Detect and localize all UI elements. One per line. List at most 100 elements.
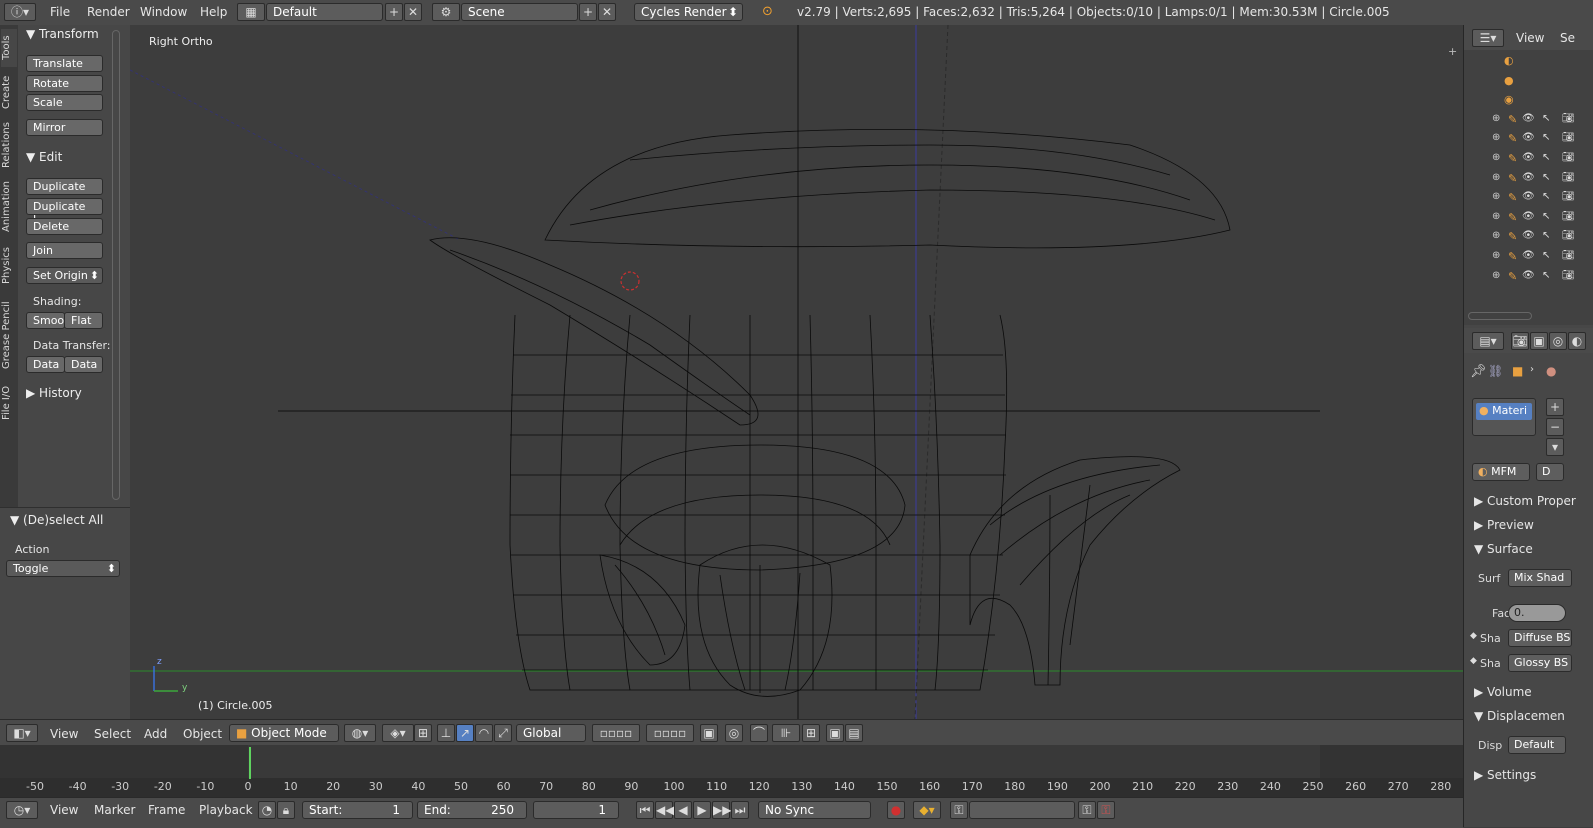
lock-layers-icon[interactable]: ▣	[700, 724, 718, 742]
data-transfer-button[interactable]: Data	[26, 356, 65, 373]
outliner-row[interactable]: ✎ 👁︎ ↖ 📷︎ ⊕	[1464, 111, 1593, 130]
outliner-row[interactable]: ✎ 👁︎ ↖ 📷︎ ⊕	[1464, 268, 1593, 287]
editor-type-timeline-icon[interactable]: ◷▾	[6, 801, 38, 819]
visibility-eye-icon[interactable]: 👁︎	[1522, 172, 1535, 183]
only-origins-icon[interactable]: ⊞	[414, 724, 432, 742]
material-datablock-field[interactable]: ◐ MFM	[1472, 463, 1530, 481]
displacement-panel-header[interactable]: ▼ Displacemen	[1474, 709, 1565, 723]
edit-panel-header[interactable]: ▼ Edit	[26, 150, 62, 164]
visibility-eye-icon[interactable]: 👁︎	[1522, 113, 1535, 124]
keying-set-field[interactable]	[969, 801, 1075, 819]
renderable-camera-icon[interactable]: 📷︎	[1562, 230, 1575, 241]
expand-toggle-icon[interactable]: ⊕	[1492, 270, 1500, 281]
tab-create[interactable]: Create	[1, 71, 17, 113]
action-select[interactable]: Toggle ⬍	[6, 560, 120, 577]
menu-file[interactable]: File	[50, 5, 70, 19]
outliner-row[interactable]: ◐	[1464, 52, 1593, 71]
next-keyframe-icon[interactable]: ▶▶	[712, 801, 731, 819]
preview-range-icon[interactable]: ◔	[258, 801, 276, 819]
preview-panel-header[interactable]: ▶ Preview	[1474, 518, 1534, 532]
outliner-row[interactable]: ✎ 👁︎ ↖ 📷︎ ⊕	[1464, 228, 1593, 247]
outliner-row[interactable]: ✎ 👁︎ ↖ 📷︎ ⊕	[1464, 130, 1593, 149]
visibility-eye-icon[interactable]: 👁︎	[1522, 230, 1535, 241]
menu-outliner-view[interactable]: View	[1516, 31, 1544, 45]
shade-flat-button[interactable]: Flat	[64, 312, 103, 329]
render-tab-icon[interactable]: 📷︎	[1511, 332, 1529, 350]
tab-tools[interactable]: Tools	[1, 29, 17, 67]
current-frame-indicator[interactable]	[249, 747, 251, 779]
shader1-field[interactable]: Diffuse BS	[1508, 629, 1572, 647]
outliner-row[interactable]: ✎ 👁︎ ↖ 📷︎ ⊕	[1464, 189, 1593, 208]
factor-slider[interactable]: 0.	[1508, 604, 1566, 622]
mode-select[interactable]: ■ Object Mode	[229, 724, 339, 742]
visibility-eye-icon[interactable]: 👁︎	[1522, 152, 1535, 163]
outliner-row[interactable]: ✎ 👁︎ ↖ 📷︎ ⊕	[1464, 209, 1593, 228]
renderable-camera-icon[interactable]: 📷︎	[1562, 250, 1575, 261]
selectable-arrow-icon[interactable]: ↖	[1542, 250, 1550, 261]
material-slots-list[interactable]: ● Materi	[1472, 398, 1536, 436]
translate-manipulator-icon[interactable]: ↗	[456, 724, 474, 742]
end-frame-field[interactable]: End: 250	[417, 801, 527, 819]
custom-props-panel-header[interactable]: ▶ Custom Proper	[1474, 494, 1576, 508]
snap-toggle-icon[interactable]: ⌒	[750, 724, 768, 742]
expand-toggle-icon[interactable]: ⊕	[1492, 132, 1500, 143]
menu-outliner-search-fragment[interactable]: Se	[1560, 31, 1575, 45]
selectable-arrow-icon[interactable]: ↖	[1542, 211, 1550, 222]
scale-manipulator-icon[interactable]: ⤢	[494, 724, 512, 742]
expand-toggle-icon[interactable]: ⊕	[1492, 230, 1500, 241]
sync-mode-select[interactable]: No Sync	[758, 801, 871, 819]
material-specials-icon[interactable]: ▾	[1546, 438, 1564, 456]
renderable-camera-icon[interactable]: 📷︎	[1562, 211, 1575, 222]
snap-element-icon[interactable]: ⊪	[772, 724, 800, 742]
render-animation-icon[interactable]: ▤	[845, 724, 863, 742]
menu-object[interactable]: Object	[183, 727, 222, 741]
selectable-arrow-icon[interactable]: ↖	[1542, 270, 1550, 281]
surface-shader-field[interactable]: Mix Shad	[1508, 569, 1572, 587]
add-scene-icon[interactable]: +	[579, 3, 597, 21]
translate-button[interactable]: Translate	[26, 55, 103, 72]
insert-keyframe-icon[interactable]: ⚿	[1078, 801, 1096, 819]
expand-toggle-icon[interactable]: ⊕	[1492, 250, 1500, 261]
editor-type-info-icon[interactable]: ⓘ▾	[4, 3, 36, 21]
material-slot-item[interactable]: ● Materi	[1476, 403, 1532, 420]
remove-material-slot-icon[interactable]: −	[1546, 418, 1564, 436]
start-frame-field[interactable]: Start: 1	[302, 801, 413, 819]
selectable-arrow-icon[interactable]: ↖	[1542, 113, 1550, 124]
proportional-edit-icon[interactable]: ◎	[725, 724, 743, 742]
editor-type-properties-icon[interactable]: ▤▾	[1472, 332, 1504, 350]
layout-name-field[interactable]: Default	[266, 3, 383, 21]
keyframe-type-icon[interactable]: ◆▾	[913, 801, 941, 819]
selectable-arrow-icon[interactable]: ↖	[1542, 230, 1550, 241]
selectable-arrow-icon[interactable]: ↖	[1542, 132, 1550, 143]
outliner[interactable]: ☰▾ View Se ◐ ● ◉ ✎ 👁︎ ↖ 📷︎ ⊕ ✎ 👁︎ ↖ 📷︎ ⊕ ✎ 👁︎ ↖ 📷︎ ⊕ ✎ 👁︎ ↖ 📷…	[1464, 25, 1593, 325]
shade-smooth-button[interactable]: Smoo	[26, 312, 65, 329]
set-origin-select[interactable]: Set Origin ⬍	[26, 267, 103, 284]
visibility-eye-icon[interactable]: 👁︎	[1522, 191, 1535, 202]
duplicate-linked-button[interactable]: Duplicate L...	[26, 198, 103, 226]
toolshelf-scrollbar[interactable]	[112, 30, 120, 500]
expand-toggle-icon[interactable]: ⊕	[1492, 152, 1500, 163]
editor-type-outliner-icon[interactable]: ☰▾	[1472, 29, 1504, 47]
visibility-eye-icon[interactable]: 👁︎	[1522, 132, 1535, 143]
renderable-camera-icon[interactable]: 📷︎	[1562, 270, 1575, 281]
render-layers-tab-icon[interactable]: ▣	[1530, 332, 1548, 350]
menu-select[interactable]: Select	[94, 727, 131, 741]
menu-frame[interactable]: Frame	[148, 803, 185, 817]
play-icon[interactable]: ▶	[693, 801, 711, 819]
renderable-camera-icon[interactable]: 📷︎	[1562, 152, 1575, 163]
menu-add[interactable]: Add	[144, 727, 167, 741]
jump-end-icon[interactable]: ⏭	[731, 801, 749, 819]
outliner-row[interactable]: ●	[1464, 72, 1593, 91]
rotate-manipulator-icon[interactable]: ◠	[475, 724, 493, 742]
expand-toggle-icon[interactable]: ⊕	[1492, 172, 1500, 183]
viewport-shading-icon[interactable]: ◍▾	[344, 724, 376, 742]
tab-grease-pencil[interactable]: Grease Pencil	[1, 295, 17, 375]
transform-panel-header[interactable]: ▼ Transform	[26, 27, 99, 41]
visibility-eye-icon[interactable]: 👁︎	[1522, 211, 1535, 222]
menu-playback[interactable]: Playback	[199, 803, 253, 817]
outliner-row[interactable]: ✎ 👁︎ ↖ 📷︎ ⊕	[1464, 170, 1593, 189]
visibility-eye-icon[interactable]: 👁︎	[1522, 270, 1535, 281]
outliner-scrollbar[interactable]	[1468, 312, 1532, 320]
remove-scene-icon[interactable]: ✕	[598, 3, 616, 21]
menu-help[interactable]: Help	[200, 5, 227, 19]
